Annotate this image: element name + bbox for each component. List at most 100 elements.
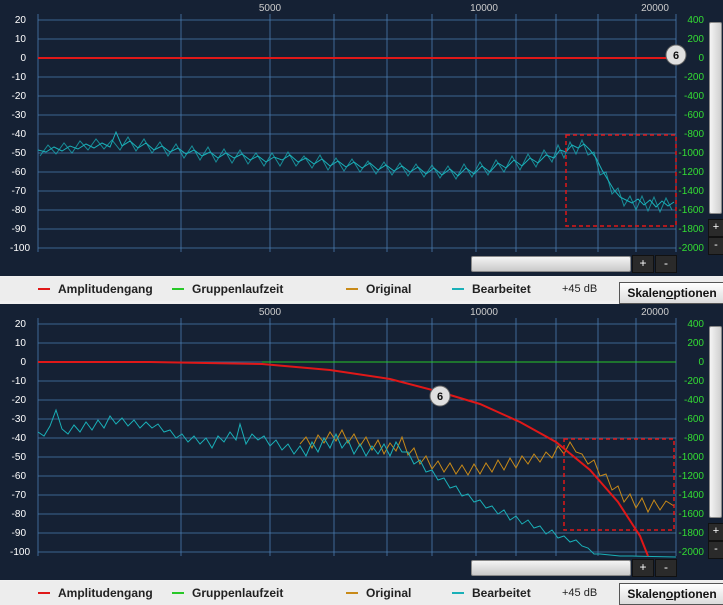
edited-spectrum-noise	[39, 136, 673, 214]
zoom-out-horizontal-button[interactable]: -	[655, 559, 677, 577]
edited-swatch	[452, 288, 464, 290]
top-plot-svg: 5000 10000 20000 20 10 0 -10 -20 -30 -40…	[10, 3, 704, 254]
top-frequency-axis: 5000 10000 20000	[259, 3, 669, 14]
ms-tick-label: 400	[687, 15, 704, 26]
legend-label: Bearbeitet	[472, 586, 531, 600]
frequency-tick-label: 5000	[259, 307, 282, 318]
db-tick-label: -80	[12, 509, 27, 520]
bottom-plot[interactable]: 5000 10000 20000 20 10 0 -10 -20 -30 -40…	[0, 304, 723, 580]
top-legend: Amplitudengang Gruppenlaufzeit Original …	[0, 277, 723, 304]
marker-point[interactable]: 6	[665, 44, 687, 66]
horizontal-scrollbar[interactable]	[471, 560, 631, 576]
db-tick-label: -50	[12, 148, 27, 159]
zoom-out-vertical-button[interactable]: -	[708, 237, 723, 255]
bottom-grid	[37, 318, 677, 556]
zoom-out-horizontal-button[interactable]: -	[655, 255, 677, 273]
vertical-scrollbar[interactable]	[709, 22, 722, 214]
legend-amplitude[interactable]: Amplitudengang	[38, 581, 153, 605]
bottom-panel: 5000 10000 20000 20 10 0 -10 -20 -30 -40…	[0, 304, 723, 605]
amplitude-swatch	[38, 592, 50, 594]
ms-tick-label: -1600	[678, 205, 704, 216]
db-tick-label: 10	[15, 34, 27, 45]
legend-original[interactable]: Original	[346, 277, 411, 301]
frequency-tick-label: 5000	[259, 3, 282, 14]
ms-tick-label: -1400	[678, 186, 704, 197]
legend-edited[interactable]: Bearbeitet	[452, 277, 531, 301]
ms-tick-label: -400	[684, 91, 704, 102]
group-delay-swatch	[172, 288, 184, 290]
ms-tick-label: -1800	[678, 224, 704, 235]
ms-tick-label: -1200	[678, 167, 704, 178]
zoom-in-horizontal-button[interactable]: +	[632, 255, 654, 273]
ms-tick-label: -2000	[678, 243, 704, 254]
original-spectrum-trace	[299, 428, 675, 514]
top-plot[interactable]: 5000 10000 20000 20 10 0 -10 -20 -30 -40…	[0, 0, 723, 276]
zoom-in-vertical-button[interactable]: +	[708, 219, 723, 237]
legend-edited[interactable]: Bearbeitet	[452, 581, 531, 605]
amplitude-swatch	[38, 288, 50, 290]
db-tick-label: -100	[10, 547, 30, 558]
legend-label: Amplitudengang	[58, 282, 153, 296]
db-tick-label: -70	[12, 186, 27, 197]
db-tick-label: 0	[20, 53, 26, 64]
ms-tick-label: -800	[684, 433, 704, 444]
zoom-in-vertical-button[interactable]: +	[708, 523, 723, 541]
ms-tick-label: 400	[687, 319, 704, 330]
legend-group-delay[interactable]: Gruppenlaufzeit	[172, 277, 283, 301]
ms-tick-label: 0	[698, 53, 704, 64]
db-tick-label: -100	[10, 243, 30, 254]
ms-tick-label: -400	[684, 395, 704, 406]
ms-tick-label: -1000	[678, 148, 704, 159]
legend-label: Gruppenlaufzeit	[192, 586, 284, 600]
bottom-db-axis: 20 10 0 -10 -20 -30 -40 -50 -60 -70 -80 …	[10, 319, 30, 558]
horizontal-scrollbar[interactable]	[471, 256, 631, 272]
db-tick-label: -20	[12, 91, 27, 102]
frequency-tick-label: 20000	[641, 307, 669, 318]
bottom-plot-svg: 5000 10000 20000 20 10 0 -10 -20 -30 -40…	[10, 307, 704, 558]
db-tick-label: -50	[12, 452, 27, 463]
bottom-legend: Amplitudengang Gruppenlaufzeit Original …	[0, 581, 723, 605]
selection-rectangle[interactable]	[563, 438, 675, 531]
zoom-in-horizontal-button[interactable]: +	[632, 559, 654, 577]
db-tick-label: 20	[15, 15, 27, 26]
edited-spectrum-trace	[37, 408, 677, 558]
legend-original[interactable]: Original	[346, 581, 411, 605]
frequency-tick-label: 20000	[641, 3, 669, 14]
edited-swatch	[452, 592, 464, 594]
db-tick-label: -40	[12, 433, 27, 444]
db-tick-label: 0	[20, 357, 26, 368]
scale-options-button[interactable]: Skalenoptionen	[619, 583, 723, 605]
bottom-ms-axis: 400 200 0 -200 -400 -600 -800 -1000 -120…	[678, 319, 704, 558]
db-tick-label: -90	[12, 528, 27, 539]
group-delay-swatch	[172, 592, 184, 594]
ms-tick-label: -2000	[678, 547, 704, 558]
db-tick-label: -40	[12, 129, 27, 140]
marker-point[interactable]: 6	[429, 385, 451, 407]
legend-label: Original	[366, 282, 412, 296]
db-tick-label: -20	[12, 395, 27, 406]
scale-options-button[interactable]: Skalenoptionen	[619, 282, 723, 304]
ms-tick-label: -1400	[678, 490, 704, 501]
ms-tick-label: -1000	[678, 452, 704, 463]
original-swatch	[346, 288, 358, 290]
legend-group-delay[interactable]: Gruppenlaufzeit	[172, 581, 283, 605]
original-swatch	[346, 592, 358, 594]
legend-label: Bearbeitet	[472, 282, 531, 296]
ms-tick-label: -1800	[678, 528, 704, 539]
legend-amplitude[interactable]: Amplitudengang	[38, 277, 153, 301]
vertical-scrollbar[interactable]	[709, 326, 722, 518]
db-tick-label: 10	[15, 338, 27, 349]
ms-tick-label: 0	[698, 357, 704, 368]
edited-spectrum-trace	[37, 130, 675, 208]
gain-readout: +45 dB	[562, 587, 598, 599]
ms-tick-label: 200	[687, 338, 704, 349]
legend-label: Gruppenlaufzeit	[192, 282, 284, 296]
selection-rectangle[interactable]	[565, 134, 677, 227]
db-tick-label: -70	[12, 490, 27, 501]
db-tick-label: -60	[12, 167, 27, 178]
ms-tick-label: -1600	[678, 509, 704, 520]
top-db-axis: 20 10 0 -10 -20 -30 -40 -50 -60 -70 -80 …	[10, 15, 30, 254]
zoom-out-vertical-button[interactable]: -	[708, 541, 723, 559]
top-panel: 5000 10000 20000 20 10 0 -10 -20 -30 -40…	[0, 0, 723, 304]
db-tick-label: -90	[12, 224, 27, 235]
